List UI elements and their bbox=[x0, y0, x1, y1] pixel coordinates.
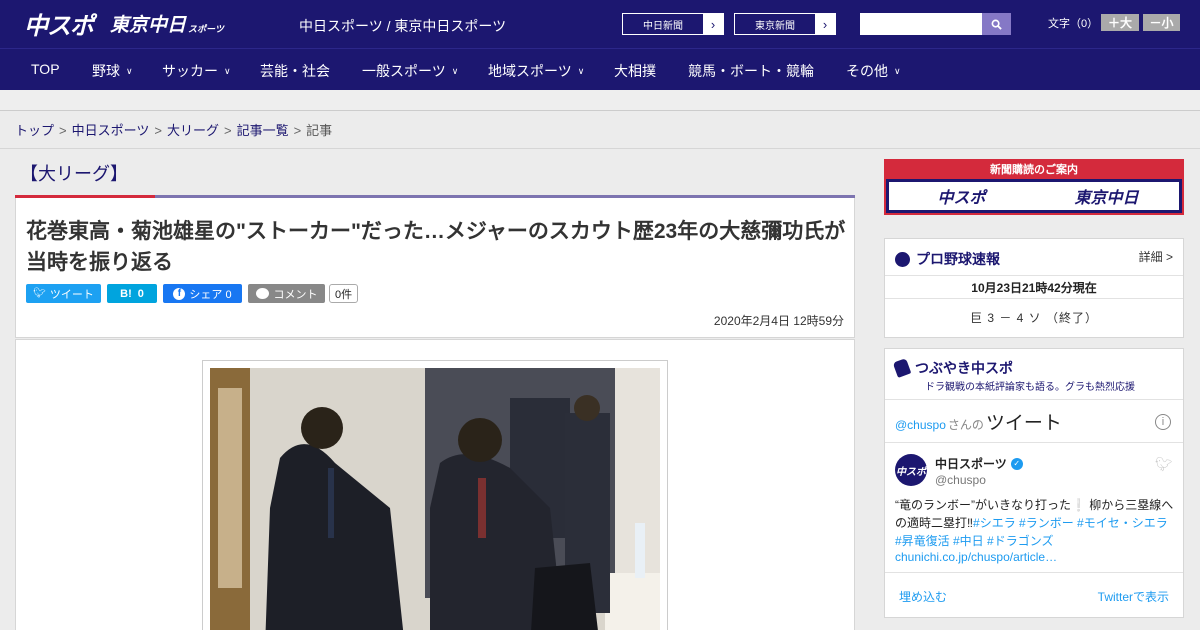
nav-item-racing[interactable]: 競馬・ボート・競輪 bbox=[688, 61, 814, 81]
breadcrumb-chunichi-sports[interactable]: 中日スポーツ bbox=[72, 123, 150, 138]
microphone-icon bbox=[892, 358, 912, 378]
tweet-handle[interactable]: @chuspo bbox=[935, 473, 986, 487]
article-header: 花巻東高・菊池雄星の"ストーカー"だった…メジャーのスカウト歴23年の大慈彌功氏… bbox=[15, 198, 855, 338]
avatar[interactable]: 中スポ bbox=[895, 454, 927, 486]
chunichi-shimbun-link[interactable]: 中日新聞 › bbox=[622, 13, 724, 35]
search-button[interactable] bbox=[982, 13, 1011, 35]
breadcrumb-mlb[interactable]: 大リーグ bbox=[167, 123, 219, 138]
share-buttons: 🐦︎ ツイート B! 0 f シェア 0 コメント 0件 bbox=[26, 284, 359, 303]
breadcrumb-top[interactable]: トップ bbox=[15, 123, 54, 138]
chuspo-logo[interactable]: 中スポ bbox=[24, 8, 94, 40]
baseball-icon bbox=[895, 251, 910, 267]
breadcrumb-current: 記事 bbox=[306, 123, 333, 138]
nav-item-other[interactable]: その他 ∨ bbox=[846, 61, 901, 81]
nav-item-local-sports[interactable]: 地域スポーツ ∨ bbox=[488, 61, 584, 81]
breadcrumb-article-list[interactable]: 記事一覧 bbox=[237, 123, 289, 138]
chevron-down-icon: ∨ bbox=[126, 66, 133, 76]
twitter-card-subtitle: ドラ観戦の本紙評論家も語る。グラも熱烈応援 bbox=[925, 382, 1135, 393]
nav-item-soccer[interactable]: サッカー ∨ bbox=[162, 61, 231, 81]
comment-count: 0件 bbox=[329, 284, 359, 303]
search-input[interactable] bbox=[860, 13, 982, 35]
breadcrumb: トップ > 中日スポーツ > 大リーグ > 記事一覧 > 記事 bbox=[15, 123, 333, 138]
search-icon bbox=[991, 19, 1002, 30]
arrow-right-icon: › bbox=[815, 14, 835, 34]
article-photo-frame bbox=[202, 360, 668, 630]
scores-detail-link[interactable]: 詳細 > bbox=[1139, 248, 1173, 265]
article-body bbox=[15, 339, 855, 630]
chevron-down-icon: ∨ bbox=[451, 66, 459, 76]
tweet-text: “竜のランボー”がいきなり打った❕ 柳から三塁線への適時二塁打‼#シエラ #ラン… bbox=[895, 498, 1174, 548]
article-headline: 花巻東高・菊池雄星の"ストーカー"だった…メジャーのスカウト歴23年の大慈彌功氏… bbox=[26, 220, 846, 274]
nav-item-entertainment[interactable]: 芸能・社会 bbox=[260, 61, 330, 81]
chevron-down-icon: ∨ bbox=[894, 66, 901, 76]
arrow-right-icon: › bbox=[703, 14, 723, 34]
subscription-banner[interactable]: 新聞購読のご案内 中スポ 東京中日 bbox=[884, 159, 1184, 215]
twitter-share-button[interactable]: 🐦︎ ツイート bbox=[26, 284, 101, 303]
main-nav: TOP 野球 ∨ サッカー ∨ 芸能・社会 一般スポーツ ∨ 地域スポーツ ∨ 大相撲 … bbox=[0, 48, 1200, 90]
top-header: 中スポ 東京中日 スポーツ 中日スポーツ / 東京中日スポーツ 中日新聞 › 東京… bbox=[0, 0, 1200, 48]
divider bbox=[0, 148, 1200, 149]
verified-badge-icon: ✓ bbox=[1010, 457, 1023, 470]
divider bbox=[885, 442, 1183, 443]
speech-bubble-icon bbox=[255, 288, 269, 299]
hatena-icon: B! bbox=[120, 287, 132, 300]
tweet-link[interactable]: chunichi.co.jp/chuspo/article… bbox=[895, 550, 1057, 564]
score-line[interactable]: 巨 3 － 4 ソ （終了） bbox=[885, 309, 1183, 326]
twitter-embed: @chuspo さんの ツイート i 中スポ 中日スポーツ ✓ @chuspo … bbox=[885, 399, 1183, 619]
scores-timestamp: 10月23日21時42分現在 bbox=[885, 275, 1183, 299]
tokyo-chunichi-subscribe-logo[interactable]: 東京中日 bbox=[1034, 182, 1179, 210]
facebook-share-button[interactable]: f シェア 0 bbox=[163, 284, 242, 303]
tweet-author[interactable]: 中日スポーツ ✓ bbox=[935, 455, 1023, 472]
subscription-title: 新聞購読のご案内 bbox=[886, 159, 1182, 179]
font-size-label: 文字（0） bbox=[1048, 18, 1099, 30]
facebook-icon: f bbox=[173, 287, 186, 300]
font-size-increase-button[interactable]: ＋大 bbox=[1101, 14, 1139, 31]
twitter-card: つぶやき中スポ ドラ観戦の本紙評論家も語る。グラも熱烈応援 @chuspo さん… bbox=[884, 348, 1184, 618]
info-icon[interactable]: i bbox=[1155, 414, 1171, 430]
divider bbox=[885, 572, 1183, 573]
twitter-bird-icon: 🐦︎ bbox=[1155, 456, 1173, 472]
header-strip bbox=[0, 90, 1200, 111]
scores-title: プロ野球速報 bbox=[895, 249, 1000, 269]
nav-item-general-sports[interactable]: 一般スポーツ ∨ bbox=[362, 61, 458, 81]
twitter-bird-icon: 🐦︎ bbox=[33, 288, 46, 299]
twitter-card-title: つぶやき中スポ bbox=[892, 358, 1013, 378]
article-photo[interactable] bbox=[210, 368, 660, 630]
chuspo-subscribe-logo[interactable]: 中スポ bbox=[889, 182, 1034, 210]
nav-item-sumo[interactable]: 大相撲 bbox=[614, 61, 656, 81]
site-title: 中日スポーツ / 東京中日スポーツ bbox=[299, 18, 507, 34]
category-label: 【大リーグ】 bbox=[20, 164, 128, 184]
chevron-down-icon: ∨ bbox=[224, 66, 231, 76]
nav-item-top[interactable]: TOP bbox=[31, 61, 60, 77]
comment-button[interactable]: コメント bbox=[248, 284, 325, 303]
nav-item-baseball[interactable]: 野球 ∨ bbox=[92, 61, 133, 81]
hatena-bookmark-button[interactable]: B! 0 bbox=[107, 284, 157, 303]
tokyo-shimbun-link[interactable]: 東京新聞 › bbox=[734, 13, 836, 35]
tweets-handle-link[interactable]: @chuspo bbox=[895, 418, 946, 432]
baseball-scores-card: プロ野球速報 詳細 > 10月23日21時42分現在 巨 3 － 4 ソ （終了… bbox=[884, 238, 1184, 338]
tokyo-chunichi-logo[interactable]: 東京中日 スポーツ bbox=[110, 8, 224, 38]
publish-date: 2020年2月4日 12時59分 bbox=[713, 314, 844, 328]
embed-link[interactable]: 埋め込む bbox=[899, 588, 947, 605]
chevron-down-icon: ∨ bbox=[577, 66, 585, 76]
tweets-caption: @chuspo さんの ツイート bbox=[895, 413, 1062, 434]
font-size-decrease-button[interactable]: －小 bbox=[1143, 14, 1180, 31]
view-on-twitter-link[interactable]: Twitterで表示 bbox=[1098, 588, 1169, 605]
